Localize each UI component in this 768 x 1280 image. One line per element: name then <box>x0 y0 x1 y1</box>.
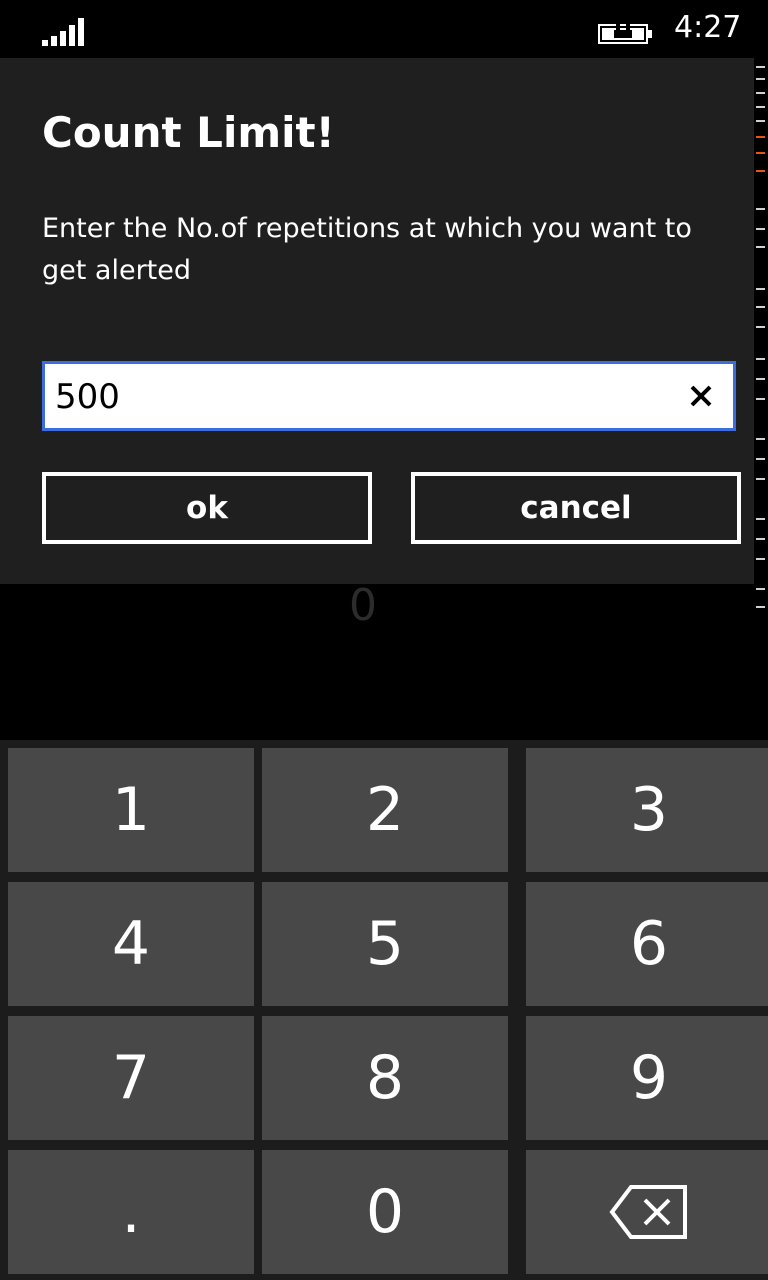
counter-value: 0 <box>349 580 377 631</box>
numeric-keypad: 1 2 3 4 5 6 7 8 9 . 0 <box>0 740 768 1280</box>
dialog-title: Count Limit! <box>42 108 335 157</box>
cancel-button[interactable]: cancel <box>411 472 741 544</box>
key-9[interactable]: 9 <box>526 1016 768 1140</box>
count-limit-input[interactable] <box>55 372 665 422</box>
key-0[interactable]: 0 <box>262 1150 508 1274</box>
key-6[interactable]: 6 <box>526 882 768 1006</box>
signal-strength-icon <box>42 18 84 46</box>
key-backspace[interactable] <box>526 1150 768 1274</box>
background-list-edge <box>754 58 768 618</box>
key-7[interactable]: 7 <box>8 1016 254 1140</box>
ok-button[interactable]: ok <box>42 472 372 544</box>
key-2[interactable]: 2 <box>262 748 508 872</box>
status-bar: 4:27 <box>0 0 768 58</box>
key-1[interactable]: 1 <box>8 748 254 872</box>
battery-charging-icon <box>598 22 652 44</box>
close-icon[interactable] <box>687 382 715 410</box>
count-limit-input-box[interactable] <box>42 361 736 431</box>
key-4[interactable]: 4 <box>8 882 254 1006</box>
key-5[interactable]: 5 <box>262 882 508 1006</box>
dialog-message: Enter the No.of repetitions at which you… <box>42 213 692 286</box>
key-8[interactable]: 8 <box>262 1016 508 1140</box>
key-3[interactable]: 3 <box>526 748 768 872</box>
count-limit-dialog: Count Limit! Enter the No.of repetitions… <box>0 58 754 584</box>
key-decimal[interactable]: . <box>8 1150 254 1274</box>
backspace-icon <box>609 1185 687 1239</box>
status-time: 4:27 <box>674 10 742 45</box>
